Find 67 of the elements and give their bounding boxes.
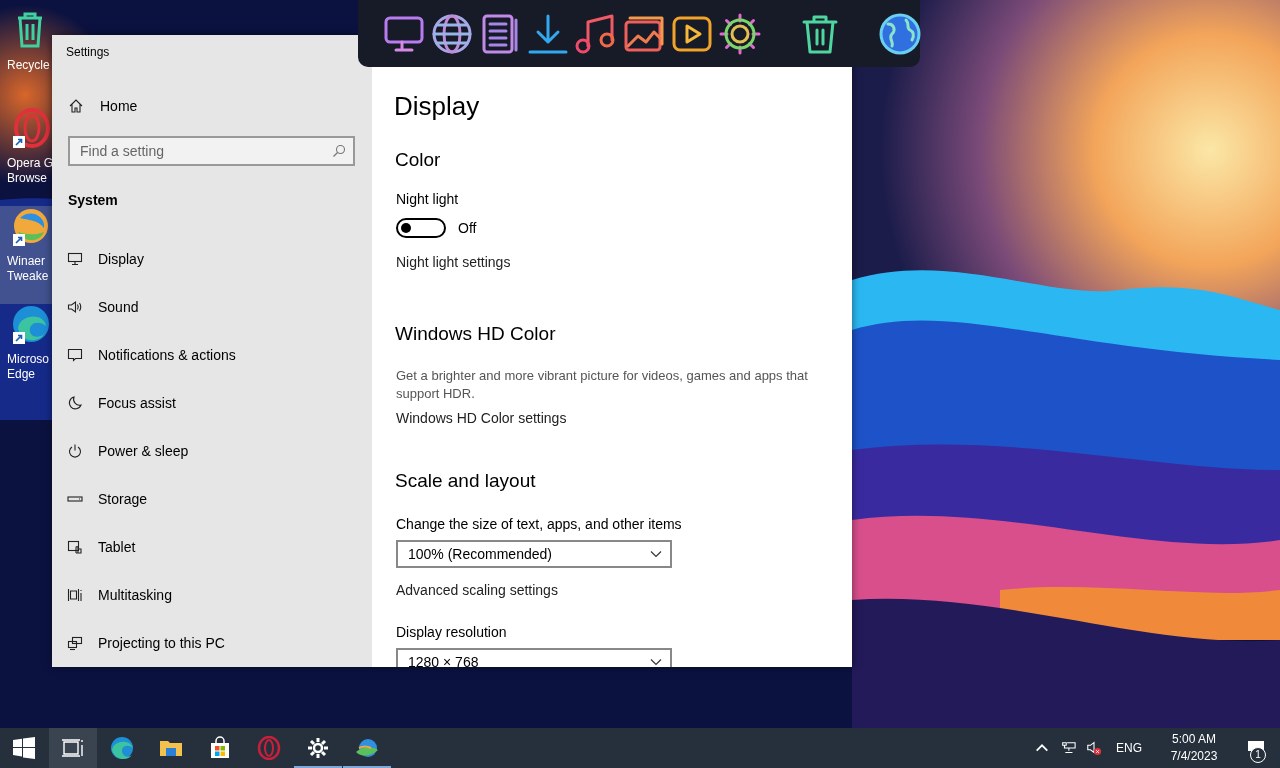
window-title: Settings [65,44,111,61]
shopping-bag-icon [208,736,232,760]
icon-label: Recycle [7,58,50,73]
scale-dropdown[interactable]: 100% (Recommended) [396,540,672,568]
settings-icon [306,736,330,760]
icon-label: Tweake [7,269,49,284]
focus-icon [67,395,83,411]
icon-label: Microso [7,352,49,367]
shortcut-arrow-icon [13,136,25,148]
projecting-icon [67,635,83,651]
swirl-icon [355,736,379,760]
section-heading: Color [394,149,441,171]
setting-label: Change the size of text, apps, and other items [395,516,682,532]
tablet-icon [67,539,83,555]
sidebar-item[interactable]: Focus assist [52,379,372,427]
section-heading: Windows HD Color [394,323,556,345]
sidebar-item[interactable]: Display [52,235,372,283]
settings-link[interactable]: Advanced scaling settings [394,582,558,598]
multitasking-icon [67,587,83,603]
display-icon [67,251,83,267]
language-indicator[interactable]: ENG [1116,741,1142,755]
toggle-switch[interactable] [396,218,446,238]
chevron-down-icon [650,658,662,666]
chevron-down-icon [650,550,662,558]
clock[interactable]: 5:00 AM 7/4/2023 [1156,731,1232,765]
setting-label: Display resolution [395,624,507,640]
sidebar-item[interactable]: Storage [52,475,372,523]
shortcut-arrow-icon [13,332,25,344]
icon-label: Browse [7,171,47,186]
resolution-dropdown[interactable]: 1280 × 768 [396,648,672,667]
notification-count: 1 [1250,747,1266,763]
task-view-icon [61,736,85,760]
home-icon [68,98,84,114]
sidebar-item[interactable]: Notifications & actions [52,331,372,379]
notifications-icon [67,347,83,363]
earth-icon[interactable] [878,11,922,56]
ring-icon [257,736,281,760]
icon-label: Winaer [7,254,45,269]
icon-label: Edge [7,367,36,382]
sidebar-item[interactable]: Tablet [52,523,372,571]
sidebar-item[interactable]: Projecting to this PC [52,619,372,667]
sidebar-item[interactable]: Power & sleep [52,427,372,475]
home-link[interactable]: Home [52,65,372,114]
search-icon [332,144,346,158]
settings-icon[interactable] [718,11,762,56]
search-field[interactable]: Find a setting [68,136,355,166]
windows-icon [12,736,36,760]
wave-logo-icon [110,736,134,760]
page-title: Display [394,91,480,122]
toggle-state: Off [458,220,477,236]
settings-link[interactable]: Night light settings [394,254,511,270]
setting-label: Night light [395,191,459,207]
taskbar-button[interactable] [49,728,97,768]
sidebar-item[interactable]: Sound [52,283,372,331]
sidebar-item[interactable]: Multitasking [52,571,372,619]
description-text: Get a brighter and more vibrant picture for videos, games and apps that support HDR. [395,367,809,403]
wave-logo-icon[interactable] [10,304,50,344]
section-heading: Scale and layout [394,470,536,492]
sound-icon [67,299,83,315]
settings-link[interactable]: Windows HD Color settings [394,410,567,426]
network-icon[interactable] [1060,740,1076,756]
action-center-button[interactable]: 1 [1232,728,1280,768]
shortcut-arrow-icon [13,234,25,246]
icon-label: Opera G [7,156,54,171]
muted-speaker-icon[interactable] [1086,740,1102,756]
power-icon [67,443,83,459]
section-heading: System [67,191,119,208]
